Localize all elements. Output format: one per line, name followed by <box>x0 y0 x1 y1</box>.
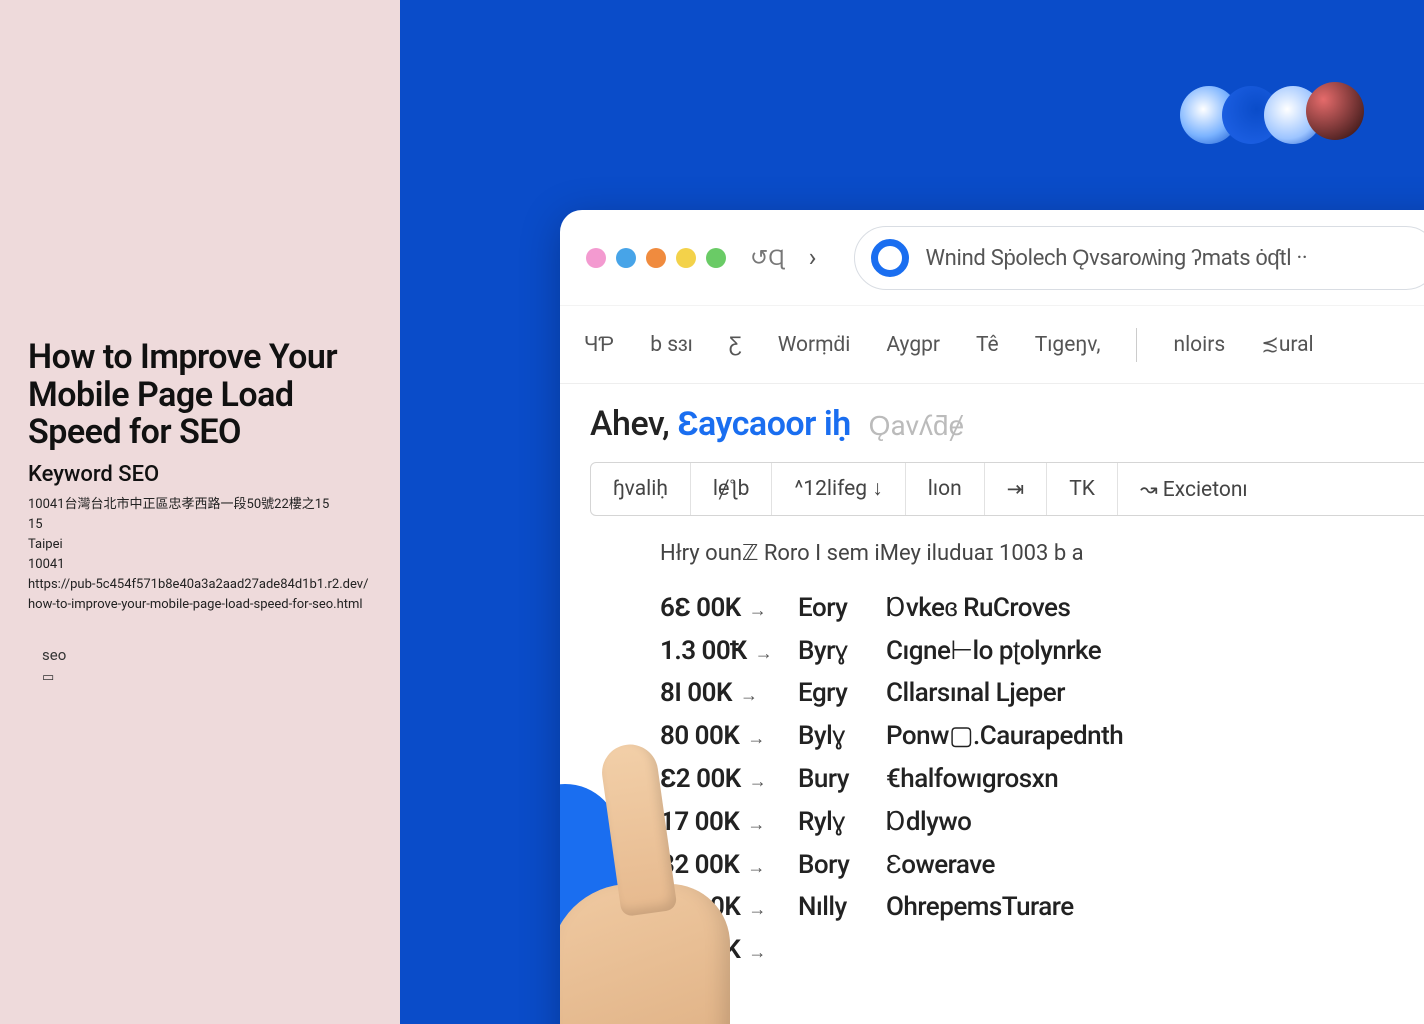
traffic-dot[interactable] <box>676 248 696 268</box>
row-metric: 8I 00K → <box>660 678 790 708</box>
toolbar-button[interactable]: lɇƪb <box>691 463 773 515</box>
meta-zip: 10041 <box>28 555 372 575</box>
row-metric: 80 00K → <box>660 721 790 751</box>
row-desc: Ɛowerave <box>886 849 1424 880</box>
decorative-pill <box>560 784 620 1004</box>
tab-item[interactable]: Worṃḋi <box>778 333 851 357</box>
page-heading: Ahev, Ɛaycaoor iḥ Ǫavʎƌɇ <box>590 404 1424 444</box>
keyword-list: 6Ɛ 00K → Eory Ɒvkeɞ RuCroves 1.3 00Ҟ → Byrɣ C… <box>590 586 1424 971</box>
traffic-lights <box>586 248 726 268</box>
tab-item[interactable]: ≾ural <box>1261 332 1313 357</box>
toolbar-button[interactable]: TK <box>1047 463 1118 515</box>
row-metric: 17 00K → <box>660 807 790 837</box>
tab-item[interactable]: nloirs <box>1173 333 1225 357</box>
reload-icon[interactable]: ↺Ɋ <box>744 245 791 271</box>
hero-area: ↺Ɋ › Wnind Sṗolech Ǫvsaroʍing ʔmats ȯʠtl… <box>400 0 1424 1024</box>
search-ring-icon <box>871 239 909 277</box>
row-code: Bylɣ <box>798 720 878 751</box>
heading-highlight: Ɛaycaoor iḥ <box>677 404 850 444</box>
seo-badge: seo <box>28 646 372 664</box>
row-code: Bory <box>798 850 878 880</box>
row-metric: 8Ƒ 00K → <box>660 934 790 965</box>
article-title: How to Improve Your Mobile Page Load Spe… <box>28 339 372 451</box>
traffic-dot[interactable] <box>616 248 636 268</box>
browser-window: ↺Ɋ › Wnind Sṗolech Ǫvsaroʍing ʔmats ȯʠtl… <box>560 210 1424 1024</box>
tab-item[interactable]: Tıgeŋv, <box>1035 333 1101 357</box>
heading-sub: Ǫavʎƌɇ <box>869 409 965 442</box>
address-bar[interactable]: Wnind Sṗolech Ǫvsaroʍing ʔmats ȯʠtl ·· <box>854 226 1424 290</box>
keyword-row[interactable]: 8I 00K → Egry Cllarsınal Ljeper <box>660 672 1424 714</box>
keyword-row[interactable]: 32 00K → Bory Ɛowerave <box>660 843 1424 886</box>
caption-row: Hłry ounℤ Roro I sem iMey iluduaɪ 1003 b… <box>590 530 1424 586</box>
meta-city: Taipei <box>28 535 372 555</box>
toolbar-button[interactable]: ↝ Excietonı <box>1118 463 1270 515</box>
toolbar-button[interactable]: ⇥ <box>985 463 1048 515</box>
row-code: Rylɣ <box>798 806 878 837</box>
keyword-row[interactable]: 80 00K → Bylɣ Ponw▢.Caurapednth <box>660 714 1424 757</box>
meta-unit: 15 <box>28 515 372 535</box>
traffic-dot[interactable] <box>706 248 726 268</box>
row-metric: 32 00K → <box>660 850 790 880</box>
forward-icon[interactable]: › <box>809 243 817 273</box>
toolbar: ɧvaliḥ lɇƪb ^12lifeg ↓ lıon ⇥ TK ↝ Excie… <box>590 462 1424 516</box>
meta-address: 10041台灣台北市中正區忠孝西路一段50號22樓之15 <box>28 495 372 515</box>
logo-cluster <box>1180 86 1364 144</box>
row-desc: Cllarsınal Ljeper <box>886 678 1424 708</box>
article-subtitle: Keyword SEO <box>28 462 372 487</box>
row-desc: Ɒvkeɞ RuCroves <box>886 592 1424 623</box>
tab-item[interactable]: ЧƤ <box>584 333 614 357</box>
row-desc: Ɒdlywo <box>886 807 1424 837</box>
article-sidebar: How to Improve Your Mobile Page Load Spe… <box>0 0 400 1024</box>
content-zone: Ahev, Ɛaycaoor iḥ Ǫavʎƌɇ ɧvaliḥ lɇƪb ^12… <box>560 384 1424 971</box>
row-desc: €halfowıgrosxn <box>886 764 1424 794</box>
traffic-dot[interactable] <box>646 248 666 268</box>
keyword-row[interactable]: Ɛ2 00K → Bury €halfowıgrosxn <box>660 757 1424 800</box>
heading-prefix: Ahev, <box>590 404 669 444</box>
row-code: Byrɣ <box>798 635 878 666</box>
keyword-row[interactable]: 17 00K → Rylɣ Ɒdlywo <box>660 800 1424 843</box>
row-code: Egry <box>798 678 878 708</box>
toolbar-button[interactable]: lıon <box>906 463 985 515</box>
toolbar-button[interactable]: ɧvaliḥ <box>591 463 691 515</box>
keyword-row[interactable]: 1.3 00Ҟ → Byrɣ Cıgne⊢lo pʈolynrke <box>660 629 1424 672</box>
address-text: Wnind Sṗolech Ǫvsaroʍing ʔmats ȯʠtl ·· <box>925 245 1307 271</box>
row-metric: Ɛ2 00K → <box>660 763 790 794</box>
traffic-dot[interactable] <box>586 248 606 268</box>
tab-item[interactable]: b sɜı <box>650 333 693 357</box>
keyword-row[interactable]: 6Ɛ 00K → Eory Ɒvkeɞ RuCroves <box>660 586 1424 629</box>
toolbar-button[interactable]: ^12lifeg ↓ <box>772 463 905 515</box>
tab-item[interactable]: Tê <box>976 333 999 357</box>
row-metric: 6Ɛ 00K → <box>660 592 790 623</box>
keyword-row[interactable]: S0 00K → Nılly OhrepemsTurare <box>660 886 1424 928</box>
row-metric: S0 00K → <box>660 892 790 922</box>
row-desc: Ponw▢.Caurapednth <box>886 721 1424 751</box>
row-desc: OhrepemsTurare <box>886 892 1424 922</box>
browser-bar: ↺Ɋ › Wnind Sṗolech Ǫvsaroʍing ʔmats ȯʠtl… <box>560 210 1424 306</box>
row-code: Nılly <box>798 892 878 922</box>
keyword-row[interactable]: 8Ƒ 00K → <box>660 928 1424 971</box>
row-metric: 1.3 00Ҟ → <box>660 636 790 666</box>
row-desc: Cıgne⊢lo pʈolynrke <box>886 635 1424 666</box>
row-code: Eory <box>798 593 878 623</box>
row-code: Bury <box>798 764 878 794</box>
logo-blob-d <box>1306 82 1364 140</box>
badge-icon: ▭ <box>28 670 372 685</box>
tab-item[interactable]: Aygpr <box>886 333 940 357</box>
meta-url: https://pub-5c454f571b8e40a3a2aad27ade84… <box>28 575 372 615</box>
tab-strip: ЧƤ b sɜı Ƹ Worṃḋi Aygpr Tê Tıgeŋv, nloir… <box>560 306 1424 384</box>
tab-divider <box>1136 328 1137 362</box>
tab-item[interactable]: Ƹ <box>729 333 742 357</box>
